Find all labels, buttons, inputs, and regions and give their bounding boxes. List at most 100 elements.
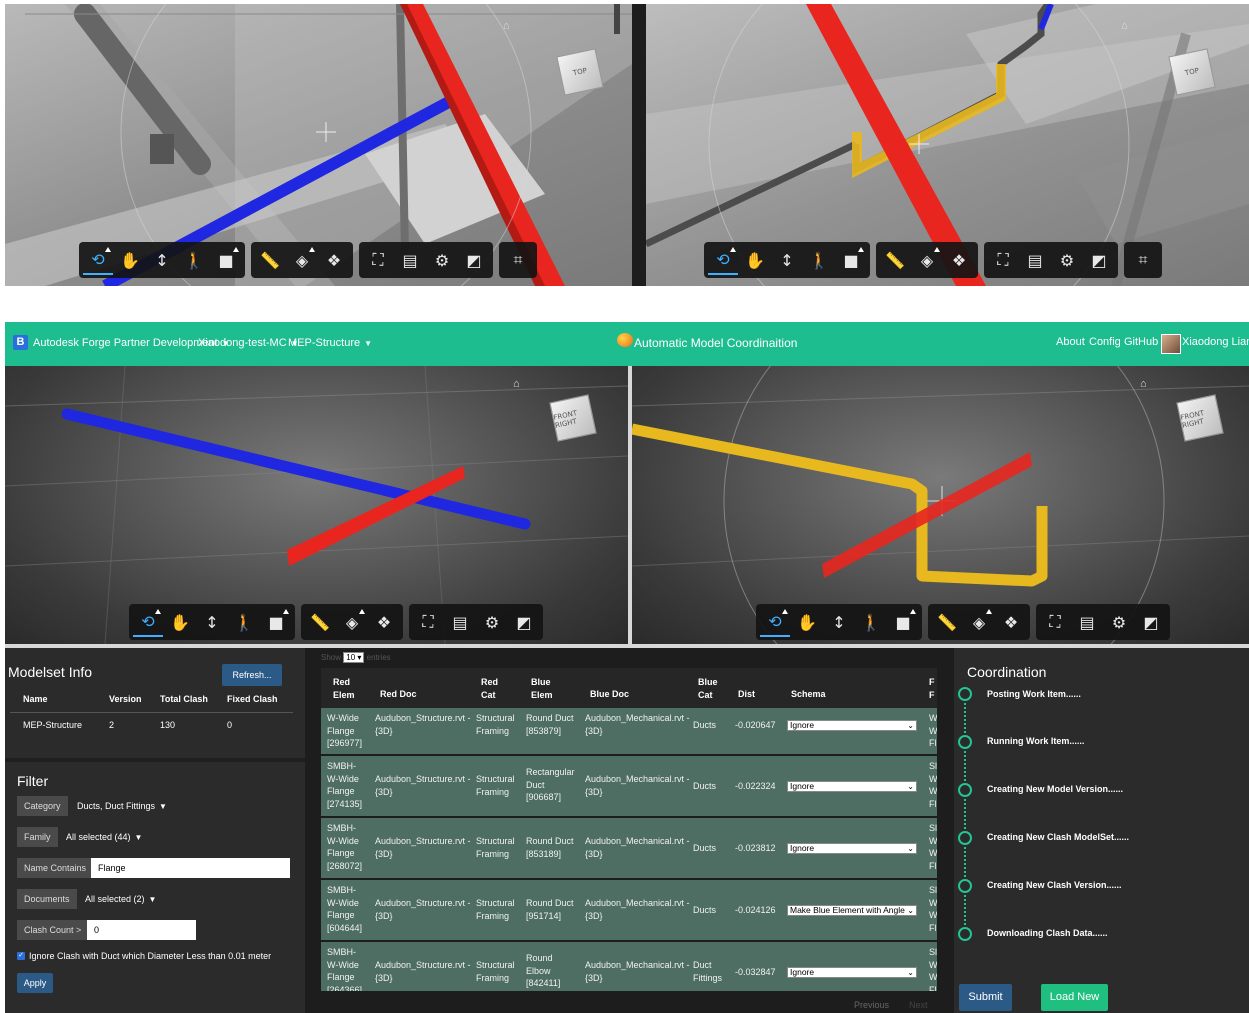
name-contains-input[interactable]: Flange [91,858,290,878]
measure-icon[interactable]: 📏 [255,245,285,275]
hdr-red-cat[interactable]: Red Cat [481,676,501,701]
pan-icon[interactable]: ✋ [165,607,195,637]
hdr-blue-elem[interactable]: Blue Elem [531,676,556,701]
apply-button[interactable]: Apply [17,973,53,993]
model-browser-icon[interactable]: ⛶ [1040,607,1070,637]
home-icon[interactable]: ⌂ [1121,20,1131,32]
measure-icon[interactable]: 📏 [880,245,910,275]
orbit-icon[interactable]: ⟲ [133,607,163,637]
view-cube[interactable]: FRONT RIGHT [1176,394,1224,442]
load-new-button[interactable]: Load New [1041,984,1108,1011]
section-icon[interactable]: ◈ [287,245,317,275]
schema-select[interactable]: Ignore ⌄ [787,720,917,731]
github-link[interactable]: GitHub [1124,336,1158,348]
view-cube[interactable]: TOP [556,48,604,96]
family-dropdown[interactable]: All selected (44) ▼ [66,832,142,842]
pan-icon[interactable]: ✋ [740,245,770,275]
explode-icon[interactable]: ❖ [944,245,974,275]
home-icon[interactable]: ⌂ [513,378,523,390]
explode-icon[interactable]: ❖ [319,245,349,275]
table-row[interactable]: SMBH- W-Wide Flange [264366] Audubon_Str… [321,942,937,991]
settings-gear-icon[interactable]: ⚙ [477,607,507,637]
clash-count-input[interactable]: 0 [87,920,196,940]
explode-icon[interactable]: ❖ [996,607,1026,637]
properties-icon[interactable]: ▤ [395,245,425,275]
section-icon[interactable]: ◈ [337,607,367,637]
about-link[interactable]: About [1056,336,1085,348]
pan-icon[interactable]: ✋ [792,607,822,637]
pan-icon[interactable]: ✋ [115,245,145,275]
schema-select[interactable]: Ignore ⌄ [787,967,917,978]
walk-icon[interactable]: 🚶 [804,245,834,275]
mid-right-viewer[interactable]: ⌂ FRONT RIGHT ⟲ ✋ ↕ 🚶 ■ 📏 ◈ ❖ ⛶ ▤ ⚙ ◩ [632,366,1249,644]
top-left-viewer[interactable]: ⌂ TOP ⟲ ✋ ↕ 🚶 ■ 📏 ◈ ❖ ⛶ ▤ ⚙ ◩ ⌗ [5,4,632,286]
ignore-checkbox[interactable]: ✓ [17,952,25,960]
walk-icon[interactable]: 🚶 [179,245,209,275]
modelset-menu[interactable]: MEP-Structure ▼ [288,337,372,349]
section-icon[interactable]: ◈ [912,245,942,275]
top-right-viewer[interactable]: ⌂ TOP ⟲ ✋ ↕ 🚶 ■ 📏 ◈ ❖ ⛶ ▤ ⚙ ◩ ⌗ [646,4,1249,286]
hdr-blue-doc[interactable]: Blue Doc [590,688,629,701]
documents-dropdown[interactable]: All selected (2) ▼ [85,894,156,904]
orbit-icon[interactable]: ⟲ [83,245,113,275]
config-link[interactable]: Config [1089,336,1121,348]
table-row[interactable]: SMBH- W-Wide Flange [268072] Audubon_Str… [321,818,937,878]
home-icon[interactable]: ⌂ [503,20,513,32]
table-row[interactable]: SMBH- W-Wide Flange [604644] Audubon_Str… [321,880,937,940]
avatar[interactable] [1161,334,1181,354]
view-cube[interactable]: FRONT RIGHT [549,394,597,442]
schema-select[interactable]: Make Blue Element with Angle ⌄ [787,905,917,916]
model-browser-icon[interactable]: ⛶ [988,245,1018,275]
settings-gear-icon[interactable]: ⚙ [1052,245,1082,275]
measure-icon[interactable]: 📏 [305,607,335,637]
category-dropdown[interactable]: Ducts, Duct Fittings ▼ [77,801,167,811]
hdr-red-doc[interactable]: Red Doc [380,688,417,701]
mid-left-viewer[interactable]: ⌂ FRONT RIGHT ⟲ ✋ ↕ 🚶 ■ 📏 ◈ ❖ ⛶ ▤ ⚙ ◩ [5,366,628,644]
model-browser-icon[interactable]: ⛶ [363,245,393,275]
section-icon[interactable]: ◈ [964,607,994,637]
crop-icon[interactable]: ⌗ [503,245,533,275]
modelset-row[interactable]: MEP-Structure 2 130 0 [5,720,305,734]
hdr-extra[interactable]: F F [929,676,937,701]
table-row[interactable]: SMBH- W-Wide Flange [274135] Audubon_Str… [321,756,937,816]
zoom-icon[interactable]: ↕ [197,607,227,637]
zoom-icon[interactable]: ↕ [772,245,802,275]
model-browser-icon[interactable]: ⛶ [413,607,443,637]
view-cube[interactable]: TOP [1168,48,1216,96]
camera-icon[interactable]: ■ [211,245,241,275]
properties-icon[interactable]: ▤ [1020,245,1050,275]
zoom-icon[interactable]: ↕ [147,245,177,275]
camera-icon[interactable]: ■ [261,607,291,637]
hdr-dist[interactable]: Dist [738,688,755,701]
schema-select[interactable]: Ignore ⌄ [787,843,917,854]
properties-icon[interactable]: ▤ [1072,607,1102,637]
previous-button[interactable]: Previous [854,1000,889,1010]
crop-icon[interactable]: ⌗ [1128,245,1158,275]
schema-select[interactable]: Ignore ⌄ [787,781,917,792]
camera-icon[interactable]: ■ [888,607,918,637]
table-row[interactable]: W-Wide Flange [296977] Audubon_Structure… [321,708,937,754]
explode-icon[interactable]: ❖ [369,607,399,637]
submit-button[interactable]: Submit [959,984,1012,1011]
entries-select[interactable]: 10 ▾ [343,652,365,663]
properties-icon[interactable]: ▤ [445,607,475,637]
settings-gear-icon[interactable]: ⚙ [427,245,457,275]
fullscreen-icon[interactable]: ◩ [1084,245,1114,275]
home-icon[interactable]: ⌂ [1140,378,1150,390]
next-button[interactable]: Next [909,1000,928,1010]
project-menu[interactable]: Xiaodong-test-MC ▼ [198,337,299,349]
refresh-button[interactable]: Refresh... [222,664,282,686]
settings-gear-icon[interactable]: ⚙ [1104,607,1134,637]
fullscreen-icon[interactable]: ◩ [459,245,489,275]
camera-icon[interactable]: ■ [836,245,866,275]
fullscreen-icon[interactable]: ◩ [1136,607,1166,637]
walk-icon[interactable]: 🚶 [856,607,886,637]
hdr-red-elem[interactable]: Red Elem [333,676,363,701]
orbit-icon[interactable]: ⟲ [708,245,738,275]
orbit-icon[interactable]: ⟲ [760,607,790,637]
hdr-blue-cat[interactable]: Blue Cat [698,676,723,701]
walk-icon[interactable]: 🚶 [229,607,259,637]
hdr-schema[interactable]: Schema [791,688,826,701]
user-name[interactable]: Xiaodong Liang [1182,336,1249,348]
zoom-icon[interactable]: ↕ [824,607,854,637]
